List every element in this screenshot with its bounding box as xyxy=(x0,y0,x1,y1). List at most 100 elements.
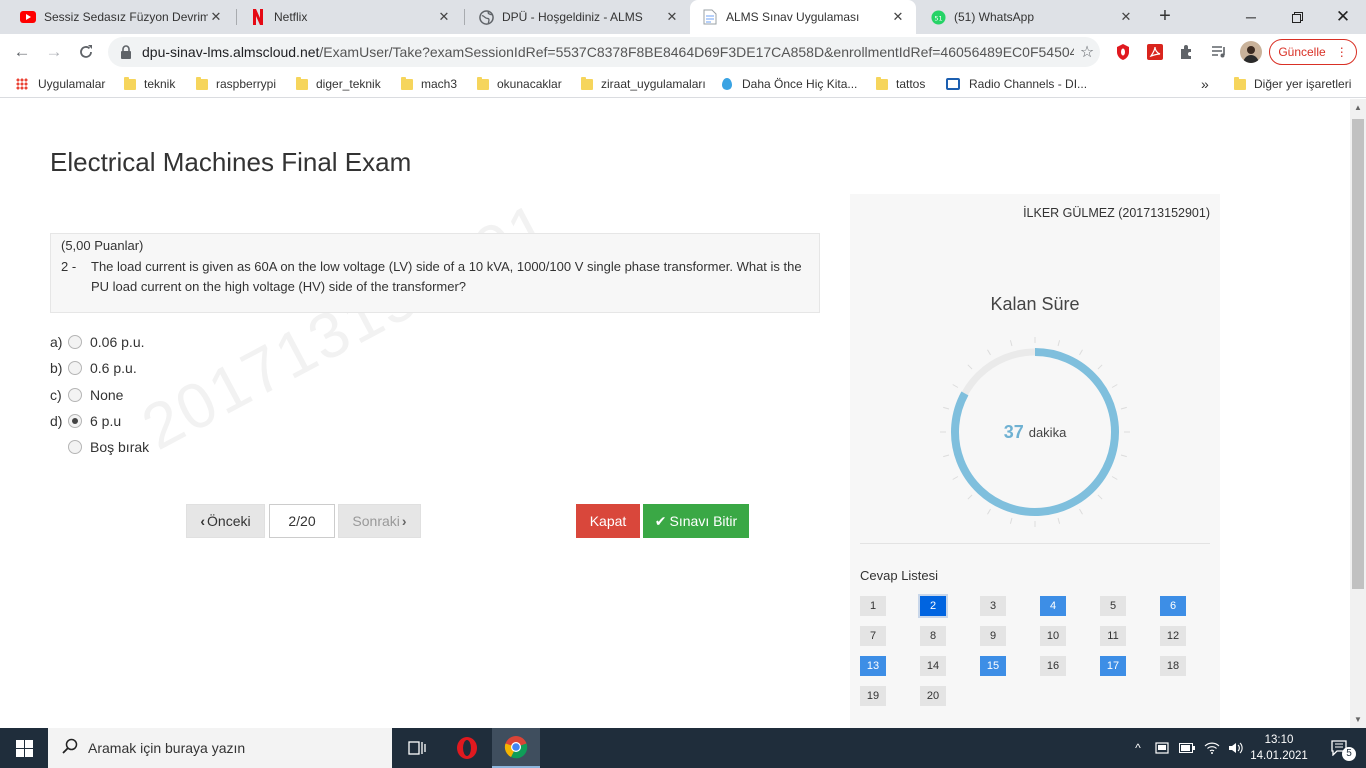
close-tab-icon[interactable]: ✕ xyxy=(1118,9,1134,25)
close-tab-icon[interactable]: ✕ xyxy=(664,9,680,25)
reload-button[interactable] xyxy=(74,40,98,64)
notification-center-button[interactable]: 5 xyxy=(1320,728,1360,768)
volume-icon[interactable] xyxy=(1225,728,1247,768)
task-view-button[interactable] xyxy=(393,728,441,768)
answer-list-question-16[interactable]: 16 xyxy=(1040,656,1066,676)
previous-button[interactable]: ‹ Önceki xyxy=(186,504,265,538)
radio-icon xyxy=(946,78,960,90)
extensions-puzzle-icon[interactable] xyxy=(1177,42,1197,62)
tab-alms-exam[interactable]: ALMS Sınav Uygulaması ✕ xyxy=(690,0,916,34)
bookmark-other[interactable]: Diğer yer işaretleri xyxy=(1234,76,1351,92)
bookmark-teknik[interactable]: teknik xyxy=(124,76,175,92)
option-d[interactable]: d) 6 p.u xyxy=(50,410,121,432)
opera-extension-icon[interactable] xyxy=(1113,42,1133,62)
option-leave-blank[interactable]: Boş bırak xyxy=(50,436,149,458)
chevron-left-icon: ‹ xyxy=(200,513,206,529)
answer-list-question-15[interactable]: 15 xyxy=(980,656,1006,676)
wifi-icon[interactable] xyxy=(1201,728,1223,768)
tray-overflow-icon[interactable]: ^ xyxy=(1128,728,1148,768)
option-a[interactable]: a) 0.06 p.u. xyxy=(50,331,145,353)
bookmark-ziraat[interactable]: ziraat_uygulamaları xyxy=(581,76,706,92)
scroll-up-arrow-icon[interactable]: ▲ xyxy=(1354,103,1362,112)
back-button[interactable]: ← xyxy=(10,40,34,64)
pdf-extension-icon[interactable] xyxy=(1145,42,1165,62)
answer-list-question-13[interactable]: 13 xyxy=(860,656,886,676)
answer-list-question-8[interactable]: 8 xyxy=(920,626,946,646)
taskbar-clock[interactable]: 13:10 14.01.2021 xyxy=(1250,732,1308,764)
bookmark-apps[interactable]: Uygulamalar xyxy=(16,76,105,92)
scroll-down-arrow-icon[interactable]: ▼ xyxy=(1354,715,1362,724)
update-label: Güncelle xyxy=(1278,45,1326,59)
close-window-button[interactable]: ✕ xyxy=(1320,0,1366,34)
start-button[interactable] xyxy=(0,728,48,768)
tab-whatsapp[interactable]: 51 (51) WhatsApp ✕ xyxy=(918,0,1144,34)
media-control-icon[interactable] xyxy=(1209,42,1229,62)
browser-toolbar: ← → dpu-sinav-lms.almscloud.net/ExamUser… xyxy=(0,34,1366,70)
tray-device-icon[interactable] xyxy=(1152,728,1172,768)
tab-title: (51) WhatsApp xyxy=(954,10,1035,24)
answer-list-question-11[interactable]: 11 xyxy=(1100,626,1126,646)
close-tab-icon[interactable]: ✕ xyxy=(890,9,906,25)
folder-icon xyxy=(876,76,888,90)
option-text: 6 p.u xyxy=(90,413,122,429)
answer-list-question-9[interactable]: 9 xyxy=(980,626,1006,646)
page-scrollbar[interactable]: ▲ ▼ xyxy=(1350,99,1366,728)
answer-list-question-5[interactable]: 5 xyxy=(1100,596,1126,616)
answer-list-question-19[interactable]: 19 xyxy=(860,686,886,706)
taskbar-chrome[interactable] xyxy=(492,728,540,768)
tab-title: Netflix xyxy=(274,10,308,24)
bookmark-radio-channels[interactable]: Radio Channels - DI... xyxy=(946,76,1087,92)
bookmark-raspberrypi[interactable]: raspberrypi xyxy=(196,76,276,92)
profile-avatar[interactable] xyxy=(1240,41,1262,63)
option-radio-selected[interactable] xyxy=(68,414,82,428)
next-button[interactable]: Sonraki › xyxy=(338,504,421,538)
option-c[interactable]: c) None xyxy=(50,384,123,406)
option-radio[interactable] xyxy=(68,388,82,402)
bookmark-tattos[interactable]: tattos xyxy=(876,76,925,92)
chevron-right-icon: › xyxy=(401,513,407,529)
taskbar-opera[interactable] xyxy=(443,728,491,768)
answer-list-question-3[interactable]: 3 xyxy=(980,596,1006,616)
bookmark-mach3[interactable]: mach3 xyxy=(401,76,457,92)
bookmark-daha-once[interactable]: Daha Önce Hiç Kita... xyxy=(722,76,857,92)
answer-list-question-2[interactable]: 2 xyxy=(918,594,948,618)
close-tab-icon[interactable]: ✕ xyxy=(208,9,224,25)
option-radio[interactable] xyxy=(68,361,82,375)
scrollbar-thumb[interactable] xyxy=(1352,119,1364,589)
answer-list-question-20[interactable]: 20 xyxy=(920,686,946,706)
taskbar: Aramak için buraya yazın ^ 13:10 14.01.2… xyxy=(0,728,1366,768)
bookmark-diger-teknik[interactable]: diger_teknik xyxy=(296,76,381,92)
new-tab-button[interactable]: + xyxy=(1154,6,1176,28)
close-tab-icon[interactable]: ✕ xyxy=(436,9,452,25)
bookmark-okunacaklar[interactable]: okunacaklar xyxy=(477,76,562,92)
tab-youtube[interactable]: Sessiz Sedasız Füzyon Devrimi ✕ xyxy=(8,0,234,34)
answer-list-question-1[interactable]: 1 xyxy=(860,596,886,616)
answer-list-question-18[interactable]: 18 xyxy=(1160,656,1186,676)
answer-list-question-17[interactable]: 17 xyxy=(1100,656,1126,676)
answer-list-question-7[interactable]: 7 xyxy=(860,626,886,646)
tab-dpu[interactable]: DPÜ - Hoşgeldiniz - ALMS ✕ xyxy=(466,0,690,34)
answer-list-question-10[interactable]: 10 xyxy=(1040,626,1066,646)
option-radio[interactable] xyxy=(68,440,82,454)
finish-exam-button[interactable]: ✔ Sınavı Bitir xyxy=(643,504,749,538)
answer-list-question-4[interactable]: 4 xyxy=(1040,596,1066,616)
forward-button[interactable]: → xyxy=(42,40,66,64)
bookmark-star-icon[interactable]: ☆ xyxy=(1074,42,1100,62)
answer-list-question-14[interactable]: 14 xyxy=(920,656,946,676)
minimize-button[interactable]: ─ xyxy=(1228,0,1274,34)
answer-list-question-6[interactable]: 6 xyxy=(1160,596,1186,616)
answer-list-question-12[interactable]: 12 xyxy=(1160,626,1186,646)
update-button[interactable]: Güncelle ⋮ xyxy=(1269,39,1357,65)
bookmarks-overflow-button[interactable]: » xyxy=(1201,76,1209,92)
netflix-icon xyxy=(250,9,266,25)
tab-netflix[interactable]: Netflix ✕ xyxy=(238,0,462,34)
option-radio[interactable] xyxy=(68,335,82,349)
taskbar-search[interactable]: Aramak için buraya yazın xyxy=(48,728,392,768)
address-bar[interactable]: dpu-sinav-lms.almscloud.net/ExamUser/Tak… xyxy=(108,37,1100,67)
battery-icon[interactable] xyxy=(1176,728,1198,768)
previous-label: Önceki xyxy=(207,513,251,529)
close-exam-button[interactable]: Kapat xyxy=(576,504,640,538)
option-b[interactable]: b) 0.6 p.u. xyxy=(50,357,137,379)
restore-button[interactable] xyxy=(1274,0,1320,34)
tab-title: ALMS Sınav Uygulaması xyxy=(726,10,860,24)
